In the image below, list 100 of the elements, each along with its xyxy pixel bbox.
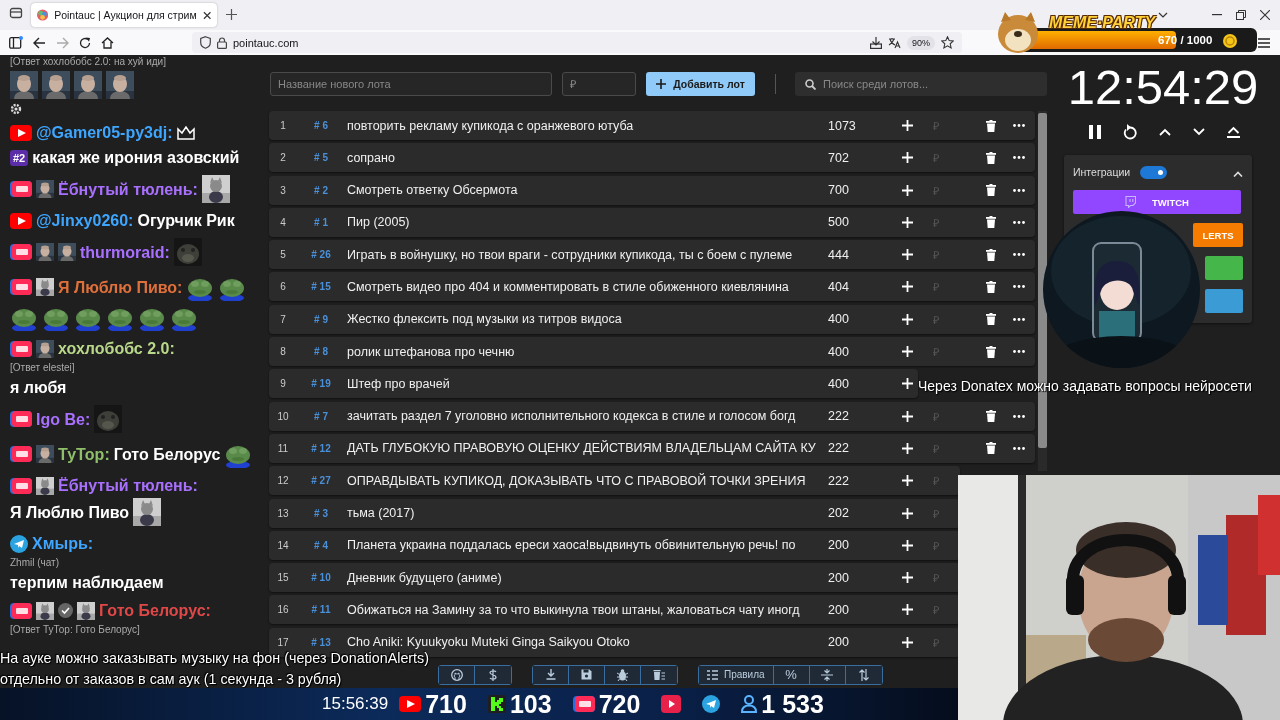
row-number: 9: [279, 378, 287, 390]
lot-row[interactable]: 11 # 12 ДАТЬ ГЛУБОКУЮ ПРАВОВУЮ ОЦЕНКУ ДЕЙСТВИЯМ ВЛАДЕЛЬЦАМ САЙТА КУ 222 ₽: [269, 433, 1035, 463]
lot-name: Обижаться на Замину за то что выкинула твои штаны, жаловаться чату иногд: [346, 602, 801, 617]
lot-amount: 404: [828, 280, 850, 294]
lot-name: повторить рекламу купикода с оранжевого ютуба: [346, 118, 635, 133]
lot-row[interactable]: 2 # 5 сопрано 702 ₽: [269, 143, 1035, 173]
lot-name: Пир (2005): [346, 215, 411, 230]
row-number: 8: [279, 346, 287, 358]
username[interactable]: @Jinxy0260:: [36, 210, 134, 231]
url-text: pointauc.com: [233, 36, 299, 49]
stat-count: 710: [425, 689, 467, 719]
row-number: 6: [279, 281, 287, 293]
lot-id: # 2: [313, 184, 329, 196]
row-number: 4: [279, 216, 287, 228]
lot-id: # 3: [313, 507, 329, 519]
row-number: 3: [279, 184, 287, 196]
lot-name: тьма (2017): [346, 506, 416, 521]
lot-row[interactable]: 4 # 1 Пир (2005) 500 ₽: [269, 207, 1035, 237]
lot-id: # 27: [310, 475, 332, 487]
lot-amount: 222: [828, 473, 850, 488]
clock: 15:56:39: [322, 694, 389, 714]
stat-count: 103: [509, 689, 552, 719]
browser-tab[interactable]: Pointauc | Аукцион для стрим: [31, 3, 217, 27]
lot-id: # 12: [310, 442, 332, 454]
lot-name: Жестко флексить под музыки из титров видоса: [346, 312, 623, 327]
lot-name: Играть в войнушку, но твои враги - сотрудники купикода, ты с боем с пулеме: [346, 247, 794, 262]
username[interactable]: @Gamer05-py3dj:: [36, 122, 173, 143]
lot-id: # 9: [313, 313, 329, 325]
lot-id: # 11: [310, 604, 332, 616]
lot-amount: 200: [828, 602, 850, 617]
price-field[interactable]: ₽: [562, 72, 636, 96]
lot-name: сопрано: [346, 150, 396, 165]
message-text: Гото Белорус: [113, 444, 221, 465]
lot-id: # 10: [310, 572, 332, 584]
lot-amount: 200: [828, 538, 850, 553]
message-text: я любя: [10, 378, 67, 398]
username[interactable]: thurmoraid:: [80, 241, 170, 263]
lot-name: Cho Aniki: Kyuukyoku Muteki Ginga Saikyou Otoko: [346, 635, 631, 650]
lot-amount: 500: [828, 215, 850, 230]
reply-note: [Ответ хохлобобс 2.0: на хуй иди]: [10, 55, 167, 69]
username[interactable]: Хмырь:: [32, 533, 94, 554]
reply-note: [Ответ elestei]: [10, 361, 76, 375]
lot-row[interactable]: 1 # 6 повторить рекламу купикода с оранжевого ютуба 1073 ₽: [269, 111, 1035, 140]
lot-name: ДАТЬ ГЛУБОКУЮ ПРАВОВУЮ ОЦЕНКУ ДЕЙСТВИЯМ ВЛАДЕЛЬЦАМ САЙТА КУ: [346, 441, 817, 456]
username[interactable]: Ёбнутый тюлень:: [58, 475, 198, 496]
lot-amount: 222: [828, 441, 850, 456]
row-number: 2: [279, 152, 287, 164]
lot-row[interactable]: 3 # 2 Смотреть ответку Обсермота 700 ₽: [269, 175, 1035, 205]
username[interactable]: Igo Be:: [36, 408, 91, 430]
row-number: 16: [276, 604, 290, 616]
rules-button[interactable]: Правила: [699, 665, 774, 684]
caption-text: отдельно от заказов в сам аук (1 секунда - 3 рубля): [0, 670, 342, 689]
message-text: какая же ирония азовский: [32, 148, 240, 168]
lot-row[interactable]: 5 # 26 Играть в войнушку, но твои враги - сотрудники купикода, ты с боем с пулеме 444 ₽: [269, 240, 1035, 270]
overlay-caption: Через Donatex можно задавать вопросы нейросети: [918, 378, 1252, 394]
lot-amount: 700: [828, 183, 850, 198]
lot-row[interactable]: 7 # 9 Жестко флексить под музыки из титров видоса 400 ₽: [269, 304, 1035, 334]
username[interactable]: хохлобобс 2.0:: [58, 338, 175, 359]
address-bar[interactable]: pointauc.com 90%: [192, 32, 962, 53]
search-field[interactable]: Поиск среди лотов...: [795, 72, 1047, 96]
row-number: 17: [276, 636, 290, 648]
widget-title: MEME·PARTY: [1049, 14, 1156, 32]
lot-id: # 1: [313, 216, 329, 228]
reply-note: Zhmil (чат): [10, 556, 60, 570]
lot-name-field[interactable]: Название нового лота: [270, 72, 552, 96]
lot-name: Планета украина поддалась ереси хаоса!выдвинуть обвинительную речь! по: [346, 538, 797, 553]
integration-button[interactable]: TWITCH: [1073, 190, 1241, 214]
lot-row[interactable]: 10 # 7 зачитать раздел 7 уголовно исполнительного кодекса в стиле и голосом богд 222 ₽: [269, 401, 1035, 431]
lot-amount: 222: [828, 409, 850, 424]
lot-amount: 1073: [828, 118, 857, 133]
lot-id: # 19: [310, 378, 332, 390]
username[interactable]: ТуТор:: [58, 443, 110, 465]
lot-name: Смотреть видео про 404 и комментировать в стиле обиженного киевлянина: [346, 280, 790, 294]
lot-name: Дневник будущего (аниме): [346, 570, 503, 585]
lot-id: # 26: [310, 249, 332, 261]
lot-id: # 5: [313, 152, 329, 164]
row-number: 12: [276, 475, 290, 487]
lot-row[interactable]: 8 # 8 ролик штефанова про чечню 400 ₽: [269, 337, 1035, 367]
lot-id: # 13: [310, 636, 332, 648]
lot-id: # 4: [313, 539, 329, 551]
lot-row[interactable]: 9 # 19 Штеф про врачей 400: [269, 369, 918, 399]
row-number: 13: [276, 507, 290, 519]
username[interactable]: Я Люблю Пиво:: [58, 276, 183, 298]
lot-id: # 7: [313, 410, 329, 422]
row-number: 7: [279, 313, 287, 325]
add-lot-button[interactable]: Добавить лот: [646, 72, 755, 96]
username[interactable]: Ёбнутый тюлень:: [58, 178, 198, 200]
lot-name: зачитать раздел 7 уголовно исполнительного кодекса в стиле и голосом богд: [346, 409, 797, 424]
message-text: Огурчик Рик: [137, 211, 235, 231]
zoom-level-button[interactable]: 90%: [907, 35, 935, 50]
lot-amount: 200: [828, 635, 850, 650]
username[interactable]: Гото Белорус:: [99, 600, 211, 621]
percent-button[interactable]: %: [773, 665, 810, 684]
lot-id: # 6: [313, 120, 329, 131]
rank-badge: #2: [10, 149, 29, 166]
stat-count: 720: [598, 689, 641, 719]
lot-row[interactable]: 6 # 15 Смотреть видео про 404 и комментировать в стиле обиженного киевлянина 404 ₽: [269, 272, 1035, 302]
lot-name: ролик штефанова про чечню: [346, 344, 516, 359]
tab-title: Pointauc | Аукцион для стрим: [54, 9, 197, 21]
stat-count: 1 533: [761, 689, 824, 719]
